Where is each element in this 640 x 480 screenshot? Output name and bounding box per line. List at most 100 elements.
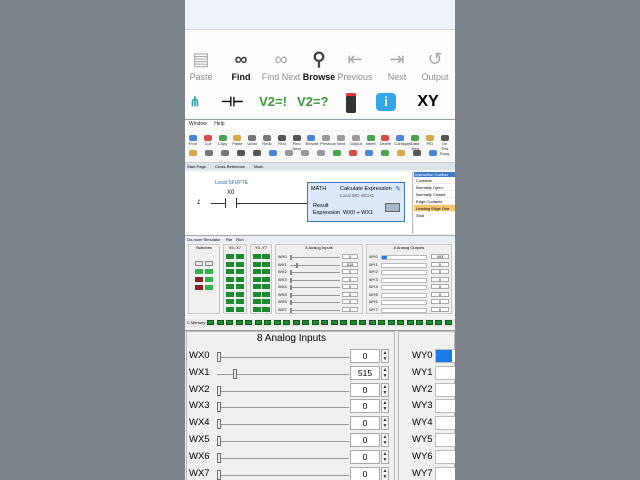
toolbar-button[interactable]: Browse xyxy=(305,135,319,146)
toolbar-button-row2[interactable] xyxy=(395,150,407,160)
analog-input-slider-thumb[interactable] xyxy=(217,469,221,480)
switch-6[interactable] xyxy=(205,277,213,282)
toolbar-button-row2[interactable] xyxy=(427,150,439,160)
switch-8[interactable] xyxy=(205,285,213,290)
analog-input-spinner[interactable]: ▲ ▼ xyxy=(381,466,389,480)
xy-icon[interactable]: XY xyxy=(413,90,443,114)
toolbar-button-row2[interactable] xyxy=(411,150,423,160)
toolbar-button[interactable]: Redo xyxy=(261,135,273,146)
toolbox-item[interactable]: Normally Closed xyxy=(414,191,455,198)
tab-cross-reference[interactable]: Cross Reference xyxy=(215,164,245,169)
toolbar-button-row2[interactable] xyxy=(187,150,199,160)
x-led[interactable] xyxy=(236,284,244,289)
mini-ai-thumb[interactable] xyxy=(296,262,299,268)
x-led[interactable] xyxy=(236,291,244,297)
mini-ai-value[interactable]: 0 xyxy=(342,299,358,304)
toolbar-button[interactable]: Insert xyxy=(365,135,377,146)
x-led[interactable] xyxy=(236,276,244,282)
x-led[interactable] xyxy=(226,299,234,304)
tab-start-page[interactable]: Start Page xyxy=(187,164,206,169)
toolbar-button[interactable]: Undo xyxy=(246,135,258,146)
analog-input-spinner[interactable]: ▲ ▼ xyxy=(381,416,389,431)
analog-input-value[interactable]: 515 xyxy=(350,365,380,380)
x-led[interactable] xyxy=(236,306,244,312)
toolbar-button[interactable]: Next xyxy=(335,135,347,146)
toolbar-button-row2[interactable] xyxy=(283,150,295,160)
mini-ai-value[interactable]: 0 xyxy=(342,291,358,297)
spin-down-icon[interactable]: ▼ xyxy=(382,423,388,429)
mini-ai-thumb[interactable] xyxy=(290,300,292,305)
analog-input-slider-thumb[interactable] xyxy=(217,352,221,362)
spin-down-icon[interactable]: ▼ xyxy=(382,406,388,412)
mini-ai-thumb[interactable] xyxy=(290,270,292,275)
toolbar-button-row2[interactable] xyxy=(267,150,279,160)
switch-4[interactable] xyxy=(205,269,213,274)
tab-main[interactable]: Main xyxy=(254,164,263,169)
switch-5[interactable] xyxy=(195,277,203,282)
toolbar-button[interactable]: Configure xyxy=(394,135,412,146)
x-led[interactable] xyxy=(226,291,234,297)
spin-down-icon[interactable]: ▼ xyxy=(382,390,388,396)
v2-set-icon[interactable]: V2=! xyxy=(259,90,287,114)
spin-down-icon[interactable]: ▼ xyxy=(382,474,388,480)
analog-input-value[interactable]: 0 xyxy=(350,416,380,431)
mini-ai-value[interactable]: 515 xyxy=(342,261,358,267)
x-led[interactable] xyxy=(236,269,244,274)
mini-ai-value[interactable]: 0 xyxy=(342,254,358,259)
toolbar-button-row2[interactable] xyxy=(363,150,375,160)
edit-pencil-icon[interactable]: ✎ xyxy=(395,185,401,193)
toolbar-button[interactable]: Previous xyxy=(320,135,336,146)
spin-down-icon[interactable]: ▼ xyxy=(382,440,388,446)
ribbon-button-paste[interactable]: ▤ Paste xyxy=(185,48,223,86)
spin-down-icon[interactable]: ▼ xyxy=(382,356,388,362)
mini-ai-value[interactable]: 0 xyxy=(342,306,358,312)
ribbon-button-find[interactable]: ∞ Find xyxy=(219,48,263,86)
mini-ai-thumb[interactable] xyxy=(290,277,292,283)
mini-ai-value[interactable]: 0 xyxy=(342,284,358,289)
analog-input-value[interactable]: 0 xyxy=(350,466,380,480)
mini-ai-value[interactable]: 0 xyxy=(342,269,358,274)
toolbar-button-row2[interactable] xyxy=(219,150,231,160)
switch-7[interactable] xyxy=(195,285,203,290)
toolbar-button[interactable]: Copy xyxy=(217,135,229,146)
mini-ai-thumb[interactable] xyxy=(290,307,292,313)
menu-help[interactable]: Help xyxy=(214,121,224,127)
toolbox-item[interactable]: Edge Contacts xyxy=(414,198,455,205)
toolbar-button-row2[interactable] xyxy=(203,150,215,160)
toolbar-button-row2[interactable] xyxy=(251,150,263,160)
menu-window[interactable]: Window xyxy=(189,121,207,127)
spin-up-icon[interactable]: ▲ xyxy=(382,384,388,390)
sim-menu-run[interactable]: Run xyxy=(236,237,243,242)
x-led[interactable] xyxy=(226,261,234,267)
toolbar-button-row2[interactable] xyxy=(235,150,247,160)
toolbar-button[interactable]: Output xyxy=(350,135,362,146)
analog-input-value[interactable]: 0 xyxy=(350,433,380,447)
toolbar-button[interactable]: On This Rung xyxy=(439,135,451,156)
math-instruction-box[interactable]: MATH Calculate Expression Local WD WCH1 … xyxy=(307,182,405,222)
analog-input-spinner[interactable]: ▲ ▼ xyxy=(381,449,389,464)
contact-x0[interactable] xyxy=(225,198,237,208)
analog-input-slider-thumb[interactable] xyxy=(217,436,221,446)
toolbar-button[interactable]: Data View xyxy=(409,135,421,151)
analog-input-slider-thumb[interactable] xyxy=(217,385,221,396)
toolbar-button-row2[interactable] xyxy=(379,150,391,160)
toolbar-button[interactable]: PID xyxy=(424,135,436,146)
x-led[interactable] xyxy=(226,284,234,289)
toolbar-button[interactable]: Find xyxy=(187,135,199,146)
toolbox-item[interactable]: Contacts xyxy=(414,177,455,184)
toolbar-button[interactable]: Paste xyxy=(231,135,243,146)
analog-input-spinner[interactable]: ▲ ▼ xyxy=(381,382,389,397)
analog-input-slider-thumb[interactable] xyxy=(217,419,221,430)
toolbox-item[interactable]: Leading Edge One Shot xyxy=(414,205,455,218)
toolbox-item[interactable]: Normally Open xyxy=(414,184,455,191)
analog-input-spinner[interactable]: ▲ ▼ xyxy=(381,399,389,414)
sim-menu-file[interactable]: File xyxy=(226,237,232,242)
toolbar-button-row2[interactable] xyxy=(347,150,359,160)
toolbar-button-row2[interactable] xyxy=(315,150,327,160)
ribbon-button-previous[interactable]: ⇤ Previous xyxy=(333,48,377,86)
toolbar-button[interactable]: Delete xyxy=(379,135,391,146)
analog-input-value[interactable]: 0 xyxy=(350,449,380,464)
spin-down-icon[interactable]: ▼ xyxy=(382,457,388,463)
ladder-editor[interactable]: 1 Local SFUPTE X0 MATH Calculate Express… xyxy=(185,172,413,234)
analog-input-value[interactable]: 0 xyxy=(350,349,380,363)
